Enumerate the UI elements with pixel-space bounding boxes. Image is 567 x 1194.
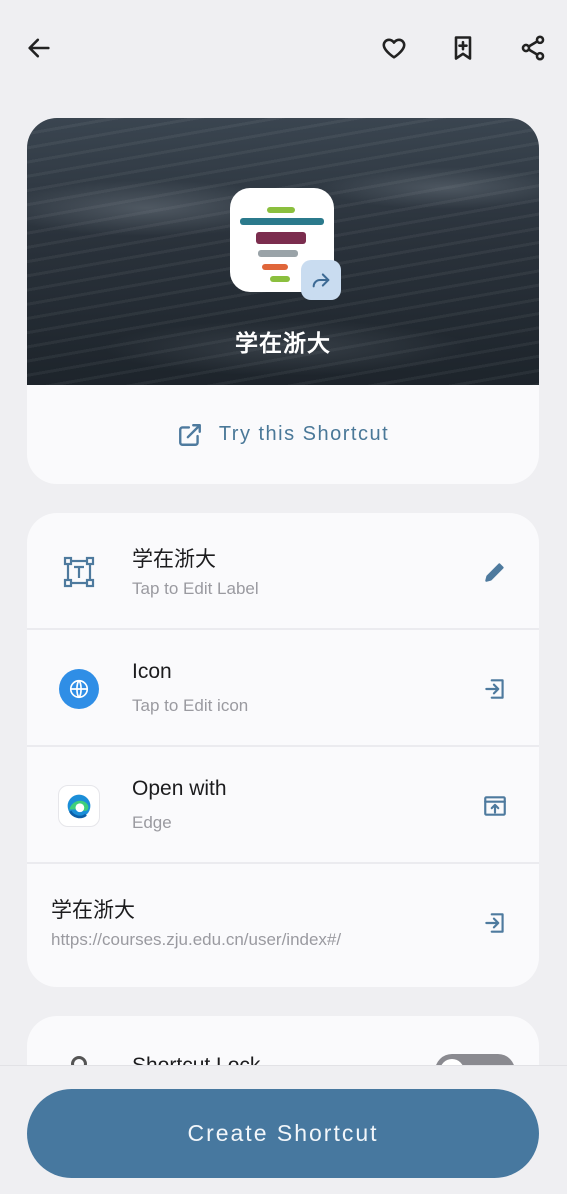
preview-title: 学在浙大: [235, 330, 331, 356]
shortcut-preview-card: 学在浙大 Try this Shortcut: [27, 118, 539, 484]
share-icon[interactable]: [515, 30, 551, 66]
link-row[interactable]: 学在浙大 https://courses.zju.edu.cn/user/ind…: [27, 864, 539, 981]
label-title: 学在浙大: [132, 548, 216, 571]
open-with-row[interactable]: Open with Edge: [27, 747, 539, 864]
open-external-icon: [178, 423, 201, 446]
shortcut-settings-card: 学在浙大 Tap to Edit Label Icon Tap to Edit …: [27, 513, 539, 987]
icon-row[interactable]: Icon Tap to Edit icon: [27, 630, 539, 747]
label-row[interactable]: 学在浙大 Tap to Edit Label: [27, 513, 539, 630]
back-arrow-icon[interactable]: [21, 30, 57, 66]
open-in-app-icon[interactable]: [480, 791, 510, 821]
edit-pencil-icon[interactable]: [480, 557, 510, 587]
heart-icon[interactable]: [376, 30, 412, 66]
shortcut-badge-icon: [301, 260, 341, 300]
enter-arrow-icon[interactable]: [480, 674, 510, 704]
label-subtitle: Tap to Edit Label: [132, 579, 259, 598]
try-shortcut-label: Try this Shortcut: [218, 423, 390, 445]
text-field-icon: [58, 551, 100, 593]
bookmark-add-icon[interactable]: [445, 30, 481, 66]
create-shortcut-button[interactable]: Create Shortcut: [27, 1089, 539, 1178]
try-shortcut-button[interactable]: Try this Shortcut: [27, 385, 539, 484]
open-with-title: Open with: [132, 777, 227, 800]
icon-title: Icon: [132, 660, 172, 683]
icon-subtitle: Tap to Edit icon: [132, 696, 249, 715]
globe-icon: [58, 668, 100, 710]
preview-banner: 学在浙大: [27, 118, 539, 385]
open-with-subtitle: Edge: [132, 813, 172, 832]
edge-browser-icon: [58, 785, 100, 827]
link-title: 学在浙大: [51, 899, 135, 922]
top-app-bar: [0, 0, 567, 96]
link-url: https://courses.zju.edu.cn/user/index#/: [51, 930, 342, 949]
enter-arrow-icon[interactable]: [480, 908, 510, 938]
